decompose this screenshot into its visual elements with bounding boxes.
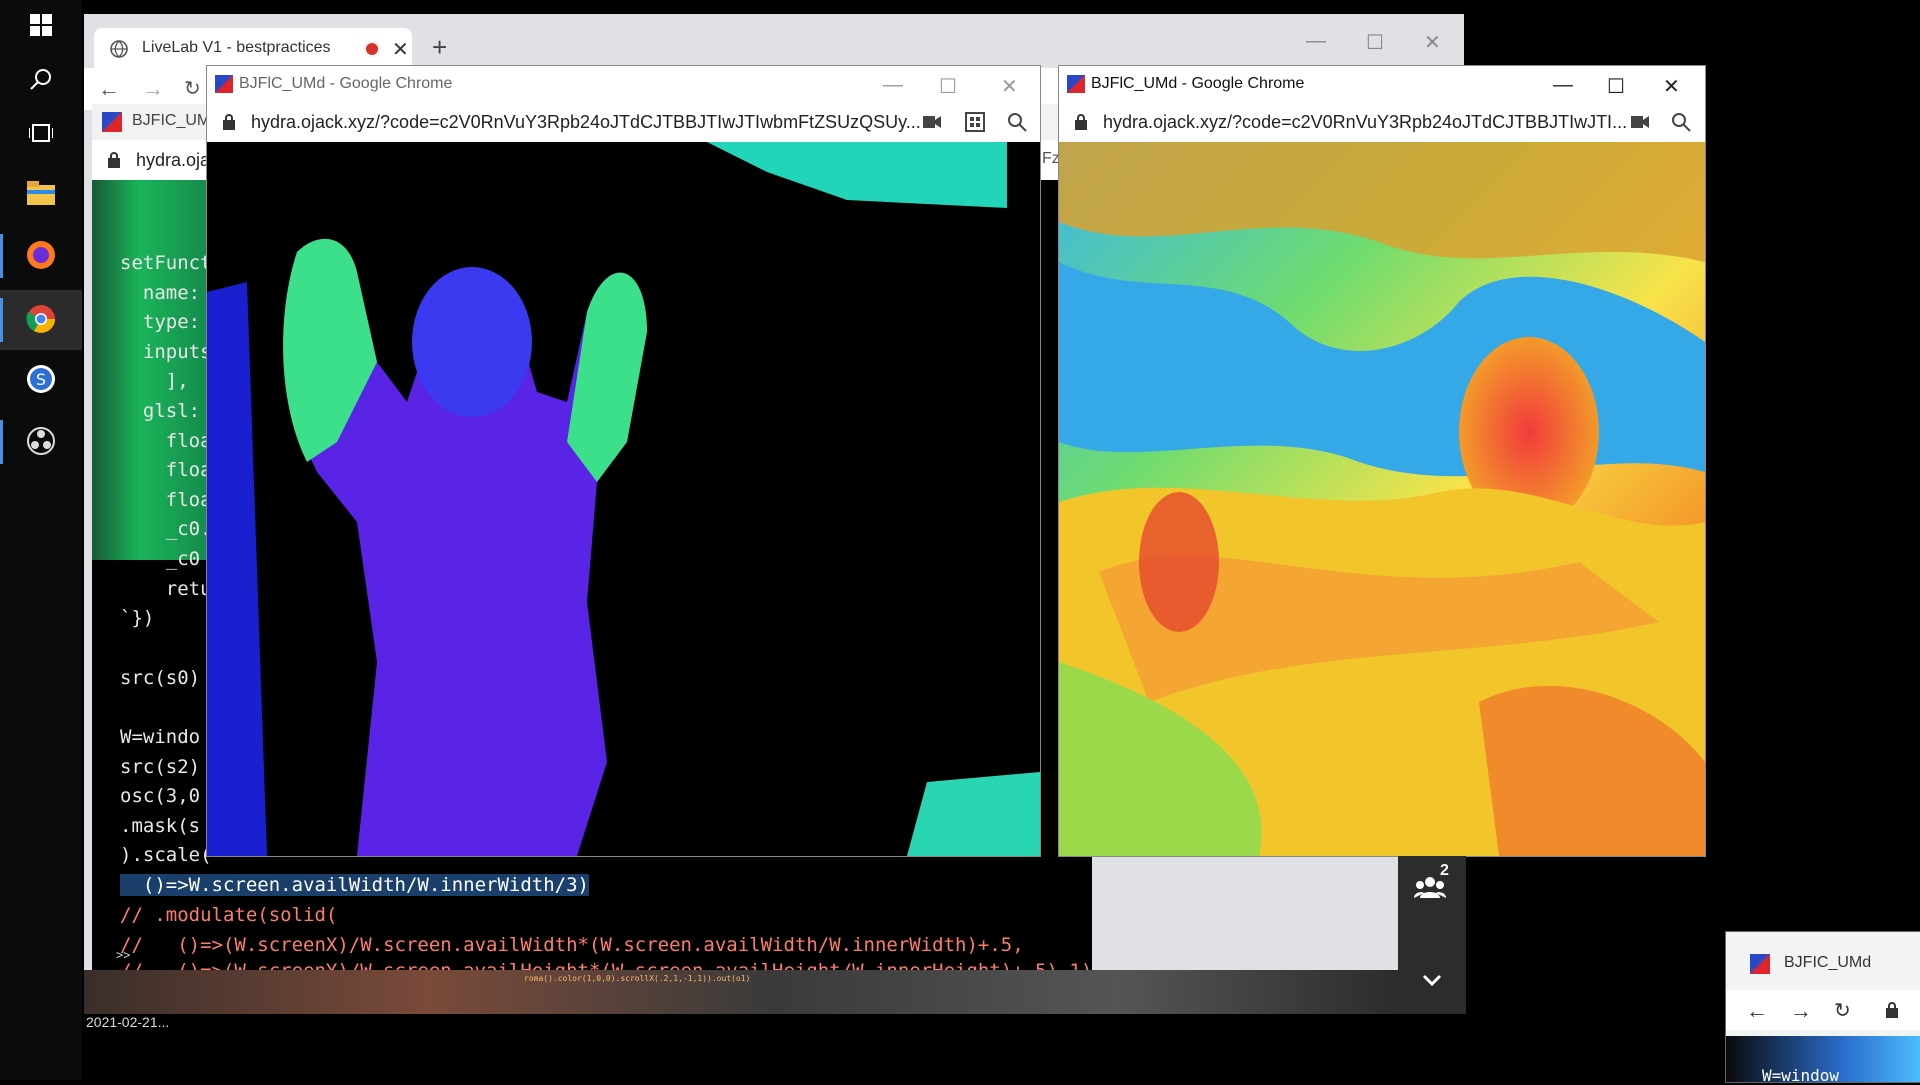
- firefox-icon[interactable]: [20, 234, 62, 276]
- meeting-panel: 2: [1398, 856, 1466, 1014]
- code-line: src(s0): [120, 667, 201, 689]
- chrome-window-3: BJFIC_UMd ← → ↻ W=window: [1726, 932, 1920, 1085]
- chevron-down-icon[interactable]: [1422, 974, 1442, 986]
- cast-icon[interactable]: [965, 112, 985, 132]
- minimize-icon[interactable]: —: [1553, 74, 1573, 97]
- camera-icon[interactable]: [923, 116, 941, 128]
- app-s-icon[interactable]: S: [20, 358, 62, 400]
- participant-video-strip: roma().color(1,0,0).scrollX(.2,1,-1,1)).…: [84, 970, 1464, 1014]
- minimize-icon[interactable]: —: [883, 74, 903, 97]
- code-line: ).scale(: [120, 844, 212, 866]
- svg-text:S: S: [36, 370, 46, 389]
- console-prompt: >>: [116, 948, 131, 962]
- back-icon[interactable]: ←: [98, 76, 120, 102]
- code-line: glsl:: [120, 400, 212, 422]
- chrome-window-1-addressbar: hydra.ojack.xyz/?code=c2V0RnVuY3Rpb24oJT…: [207, 102, 1040, 143]
- maximize-icon[interactable]: ☐: [939, 74, 957, 99]
- code-line: ],: [120, 370, 189, 392]
- chrome-window-1-title: BJFlC_UMd - Google Chrome: [239, 75, 453, 92]
- favicon-icon: [1750, 954, 1770, 974]
- tiny-code-text: roma().color(1,0,0).scrollX(.2,1,-1,1)).…: [524, 974, 751, 983]
- maximize-icon[interactable]: ☐: [1607, 74, 1625, 99]
- lock-icon: [108, 152, 120, 168]
- code-line: _c0: [120, 548, 212, 570]
- favicon-icon: [102, 112, 122, 132]
- chrome-icon[interactable]: [20, 298, 62, 340]
- close-window-icon[interactable]: ✕: [1424, 30, 1441, 55]
- close-tab-icon[interactable]: ✕: [392, 37, 409, 62]
- chrome-window-2: BJFlC_UMd - Google Chrome — ☐ ✕ hydra.oj…: [1059, 66, 1705, 856]
- code-line-highlighted: ()=>W.screen.availWidth/W.innerWidth/3): [120, 874, 589, 896]
- lock-icon: [1886, 1002, 1898, 1018]
- forward-icon[interactable]: →: [142, 76, 164, 102]
- recording-icon: [364, 41, 380, 57]
- zoom-icon[interactable]: [1007, 112, 1027, 132]
- code-line: inputs: [120, 341, 212, 363]
- chrome-window-3-title: BJFIC_UMd: [1784, 954, 1872, 971]
- thermal-visual: [1059, 142, 1705, 856]
- code-line: name:: [120, 282, 212, 304]
- close-window-icon[interactable]: ✕: [1001, 74, 1018, 99]
- globe-icon: [110, 40, 128, 58]
- code-line: W=windo: [120, 726, 201, 748]
- code-line-comment: // .modulate(solid(: [120, 904, 338, 926]
- chrome-window-2-addressbar: hydra.ojack.xyz/?code=c2V0RnVuY3Rpb24oJT…: [1059, 102, 1705, 143]
- code-line: .mask(s: [120, 815, 201, 837]
- code-window-url[interactable]: hydra.oja: [136, 150, 210, 171]
- code-line: src(s2): [120, 756, 201, 778]
- favicon-icon: [1067, 75, 1085, 93]
- tab-title: LiveLab V1 - bestpractices: [142, 39, 331, 56]
- minimize-icon[interactable]: —: [1306, 30, 1326, 53]
- chrome-window-2-title: BJFlC_UMd - Google Chrome: [1091, 75, 1305, 92]
- chrome-window-3-toolbar: ← → ↻: [1726, 990, 1920, 1030]
- code-line: osc(3,0: [120, 785, 201, 807]
- code-line: `}): [120, 607, 155, 629]
- participant-count: 2: [1440, 862, 1449, 879]
- code-line: type:: [120, 311, 212, 333]
- code-snippet: W=window: [1762, 1066, 1840, 1085]
- maximize-icon[interactable]: ☐: [1366, 30, 1384, 55]
- obs-icon[interactable]: [20, 420, 62, 462]
- recording-timestamp: 2021-02-21...: [86, 1014, 170, 1030]
- chrome-window-2-titlebar[interactable]: BJFlC_UMd - Google Chrome — ☐ ✕: [1059, 66, 1705, 102]
- hydra-canvas-1[interactable]: [207, 142, 1040, 856]
- code-line: setFunct: [120, 252, 212, 274]
- favicon-icon: [215, 75, 233, 93]
- zoom-icon[interactable]: [1671, 112, 1691, 132]
- close-window-icon[interactable]: ✕: [1663, 74, 1680, 99]
- camera-icon[interactable]: [1631, 116, 1649, 128]
- video-silhouette: [207, 142, 1040, 856]
- windows-start-icon[interactable]: [20, 4, 62, 46]
- code-line-comment: // ()=>(W.screenX)/W.screen.availWidth*(…: [120, 934, 1024, 956]
- reload-icon[interactable]: ↻: [1834, 998, 1851, 1023]
- lock-icon: [223, 114, 235, 130]
- taskbar: S: [0, 0, 82, 1080]
- reload-icon[interactable]: ↻: [184, 76, 201, 101]
- lock-icon: [1075, 114, 1087, 130]
- code-line-comment: // ()=>(W.screenY)/W.screen.availHeight*…: [120, 960, 1092, 970]
- file-explorer-icon[interactable]: [20, 172, 62, 214]
- chrome-window-1: BJFlC_UMd - Google Chrome — ☐ ✕ hydra.oj…: [207, 66, 1040, 856]
- chrome-window-3-content: W=window: [1726, 1036, 1920, 1085]
- back-icon[interactable]: ←: [1746, 998, 1768, 1024]
- task-view-icon[interactable]: [20, 112, 62, 154]
- chrome-window-1-url[interactable]: hydra.ojack.xyz/?code=c2V0RnVuY3Rpb24oJT…: [251, 112, 921, 133]
- tab-livelab[interactable]: LiveLab V1 - bestpractices ✕: [94, 28, 412, 68]
- forward-icon[interactable]: →: [1790, 998, 1812, 1024]
- search-icon[interactable]: [20, 58, 62, 100]
- chrome-window-2-url[interactable]: hydra.ojack.xyz/?code=c2V0RnVuY3Rpb24oJT…: [1103, 112, 1627, 133]
- chrome-window-1-titlebar[interactable]: BJFlC_UMd - Google Chrome — ☐ ✕: [207, 66, 1040, 102]
- new-tab-button[interactable]: +: [432, 32, 447, 63]
- hydra-canvas-2[interactable]: [1059, 142, 1705, 856]
- side-snippet: Fz: [1042, 150, 1060, 167]
